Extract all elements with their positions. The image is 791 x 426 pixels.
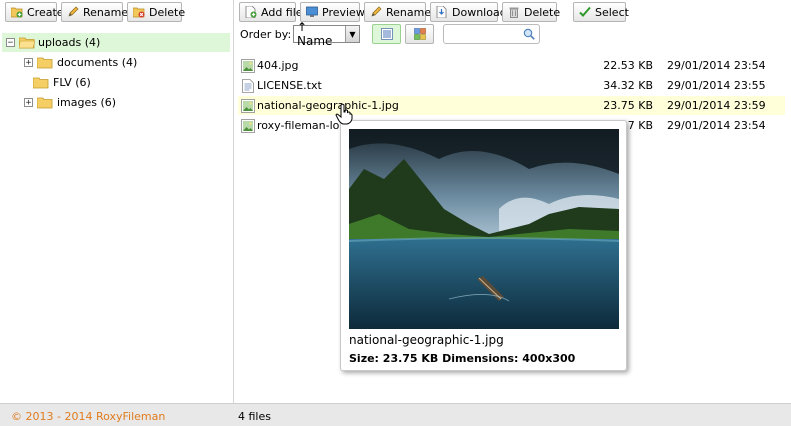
preview-label: Preview bbox=[322, 5, 365, 19]
preview-file-name: national-geographic-1.jpg bbox=[349, 333, 504, 347]
file-add-icon bbox=[245, 6, 257, 18]
file-date: 29/01/2014 23:54 bbox=[667, 59, 766, 72]
delete-label: Delete bbox=[149, 5, 186, 19]
create-folder-button[interactable]: Create bbox=[5, 2, 64, 22]
list-view-icon bbox=[380, 28, 393, 40]
create-label: Create bbox=[27, 5, 64, 19]
image-file-icon bbox=[241, 98, 255, 113]
tree-item-flv[interactable]: FLV (6) bbox=[33, 73, 91, 92]
folder-icon bbox=[37, 57, 53, 69]
pencil-icon bbox=[67, 6, 79, 18]
file-name: 404.jpg bbox=[257, 59, 299, 72]
image-file-icon bbox=[241, 58, 255, 73]
file-count: 4 files bbox=[238, 410, 271, 423]
expand-icon[interactable]: + bbox=[24, 58, 33, 67]
search-input[interactable] bbox=[447, 26, 521, 42]
monitor-icon bbox=[306, 6, 318, 18]
thumbnail-view-button[interactable] bbox=[405, 24, 434, 44]
trash-icon bbox=[508, 6, 520, 18]
search-field[interactable] bbox=[443, 24, 540, 44]
list-view-button[interactable] bbox=[372, 24, 401, 44]
delete-label: Delete bbox=[524, 5, 561, 19]
pencil-icon bbox=[370, 6, 382, 18]
folder-pane: Create Rename Delete − uploads (4) + doc… bbox=[0, 0, 234, 403]
file-row[interactable]: 404.jpg 22.53 KB 29/01/2014 23:54 bbox=[238, 56, 785, 75]
file-date: 29/01/2014 23:55 bbox=[667, 79, 766, 92]
expand-icon[interactable]: + bbox=[24, 98, 33, 107]
image-file-icon bbox=[241, 118, 255, 133]
rename-file-button[interactable]: Rename bbox=[364, 2, 431, 22]
tree-item-documents[interactable]: + documents (4) bbox=[22, 53, 137, 72]
order-by-value: ↑ Name bbox=[297, 20, 333, 48]
rename-label: Rename bbox=[386, 5, 432, 19]
rename-label: Rename bbox=[83, 5, 129, 19]
status-bar: © 2013 - 2014 RoxyFileman 4 files bbox=[0, 403, 791, 426]
collapse-icon[interactable]: − bbox=[6, 38, 15, 47]
folder-add-icon bbox=[11, 6, 23, 18]
file-preview-tooltip: national-geographic-1.jpg Size: 23.75 KB… bbox=[340, 120, 627, 371]
file-size: 34.32 KB bbox=[603, 79, 653, 92]
file-date: 29/01/2014 23:59 bbox=[667, 99, 766, 112]
dropdown-arrow-icon[interactable]: ▼ bbox=[345, 26, 359, 42]
preview-file-info: Size: 23.75 KB Dimensions: 400x300 bbox=[349, 352, 576, 365]
download-label: Download bbox=[452, 5, 507, 19]
preview-image bbox=[349, 129, 619, 329]
delete-folder-button[interactable]: Delete bbox=[127, 2, 186, 22]
text-file-icon bbox=[241, 78, 255, 93]
order-by-label: Order by: bbox=[240, 28, 292, 41]
tree-item-label: images (6) bbox=[57, 96, 117, 109]
thumbnail-view-icon bbox=[413, 28, 426, 40]
file-size: 22.53 KB bbox=[603, 59, 653, 72]
select-button[interactable]: Select bbox=[573, 2, 629, 22]
tree-item-label: documents (4) bbox=[57, 56, 138, 69]
file-name: national-geographic-1.jpg bbox=[257, 99, 399, 112]
folder-open-icon bbox=[19, 37, 35, 49]
select-label: Select bbox=[595, 5, 629, 19]
file-row[interactable]: LICENSE.txt 34.32 KB 29/01/2014 23:55 bbox=[238, 76, 785, 95]
tree-item-uploads[interactable]: − uploads (4) bbox=[2, 33, 230, 52]
file-date: 29/01/2014 23:54 bbox=[667, 119, 766, 132]
tree-item-label: FLV (6) bbox=[53, 76, 91, 89]
folder-icon bbox=[37, 97, 53, 109]
search-icon[interactable] bbox=[523, 28, 535, 40]
folder-icon bbox=[33, 77, 49, 89]
tree-item-label: uploads (4) bbox=[38, 36, 101, 49]
hand-cursor-icon bbox=[335, 103, 353, 125]
download-icon bbox=[436, 6, 448, 18]
add-file-label: Add file bbox=[261, 5, 303, 19]
file-name: roxy-fileman-lo bbox=[257, 119, 340, 132]
copyright-text: © 2013 - 2014 RoxyFileman bbox=[11, 410, 166, 423]
folder-delete-icon bbox=[133, 6, 145, 18]
delete-file-button[interactable]: Delete bbox=[502, 2, 561, 22]
tree-item-images[interactable]: + images (6) bbox=[22, 93, 116, 112]
order-by-select[interactable]: ↑ Name ▼ bbox=[293, 20, 360, 48]
file-size: 23.75 KB bbox=[603, 99, 653, 112]
download-button[interactable]: Download bbox=[430, 2, 507, 22]
preview-button[interactable]: Preview bbox=[300, 2, 365, 22]
checkmark-icon bbox=[579, 6, 591, 18]
rename-folder-button[interactable]: Rename bbox=[61, 2, 128, 22]
file-name: LICENSE.txt bbox=[257, 79, 322, 92]
file-row[interactable]: national-geographic-1.jpg 23.75 KB 29/01… bbox=[238, 96, 785, 115]
add-file-button[interactable]: Add file bbox=[239, 2, 303, 22]
